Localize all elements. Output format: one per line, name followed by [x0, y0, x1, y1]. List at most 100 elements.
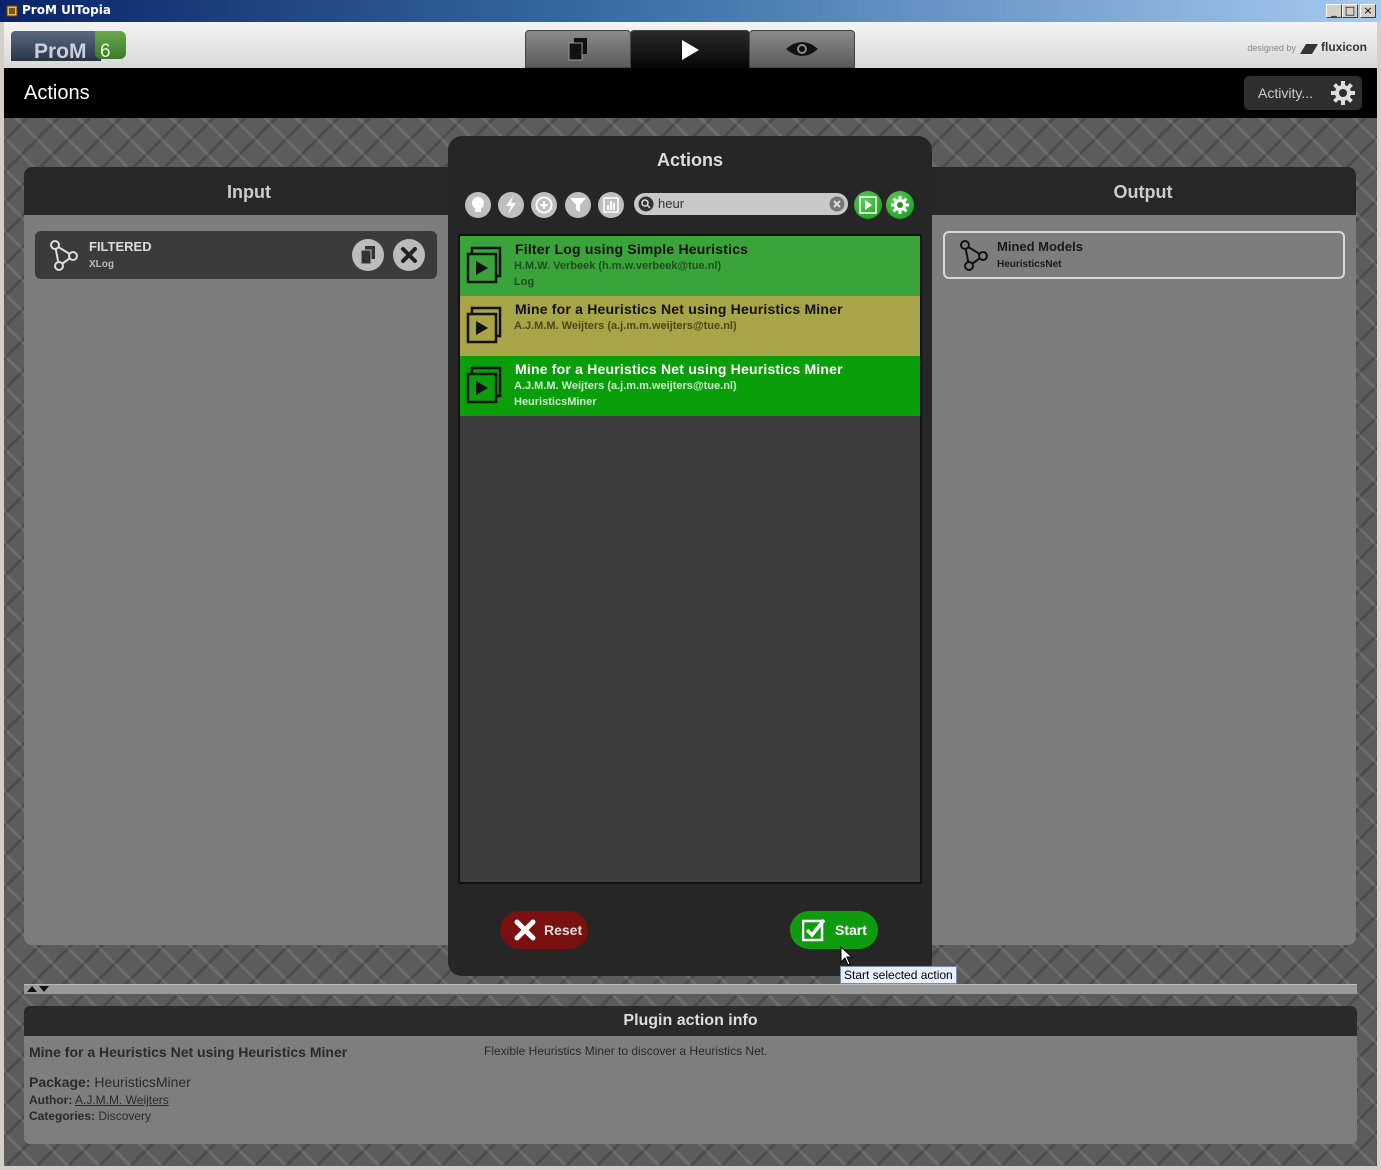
model-object-icon: [960, 240, 988, 271]
gear-icon: [1331, 81, 1355, 105]
plugin-package: Package: HeuristicsMiner: [29, 1074, 191, 1090]
action-result-author: A.J.M.M. Weijters (a.j.m.m.weijters@tue.…: [514, 380, 737, 392]
plus-circle-icon: [535, 196, 553, 214]
show-actions-button[interactable]: [854, 191, 882, 219]
page-title: Actions: [24, 82, 90, 104]
action-item-icon: [466, 366, 502, 404]
filter-add-button[interactable]: [531, 192, 557, 218]
copy-icon: [360, 246, 375, 265]
input-panel: Input FILTERED XLog: [24, 167, 474, 945]
lightbulb-icon: [472, 197, 484, 212]
categories-value: Discovery: [98, 1109, 152, 1123]
panel-splitter[interactable]: [24, 984, 1357, 994]
actions-dialog: Actions heur Filter Log using Simple Heu…: [448, 136, 932, 976]
checkbox-check-icon: [802, 918, 826, 942]
log-object-icon: [50, 240, 78, 271]
input-item-type: XLog: [89, 259, 114, 270]
search-input[interactable]: [658, 195, 818, 212]
splitter-arrows-icon: [27, 986, 49, 992]
package-value: HeuristicsMiner: [94, 1074, 191, 1090]
action-result-title: Mine for a Heuristics Net using Heuristi…: [515, 361, 843, 377]
plugin-author: Author: A.J.M.M. Weijters: [29, 1093, 169, 1107]
filter-analysis-button[interactable]: [598, 192, 624, 218]
app-icon: [6, 5, 18, 17]
eye-icon: [786, 42, 818, 56]
activity-button[interactable]: Activity...: [1244, 76, 1362, 110]
plugin-info-panel: Plugin action info Mine for a Heuristics…: [24, 1006, 1357, 1144]
action-results-list: Filter Log using Simple Heuristics H.M.W…: [458, 234, 922, 884]
designed-by-label: designed by: [1247, 43, 1296, 53]
actions-bar: Actions Activity...: [4, 68, 1377, 118]
minimize-button[interactable]: _: [1326, 4, 1342, 18]
action-result-author: H.M.W. Verbeek (h.m.w.verbeek@tue.nl): [514, 260, 722, 272]
output-panel: Output Mined Models HeuristicsNet: [910, 167, 1356, 945]
tab-views[interactable]: [749, 30, 855, 68]
app-header: ProM 6 designed by fluxicon: [4, 22, 1377, 70]
funnel-icon: [570, 198, 586, 212]
plugin-name: Mine for a Heuristics Net using Heuristi…: [29, 1044, 348, 1060]
remove-input-button[interactable]: [393, 239, 425, 271]
fluxicon-logo-icon: [1300, 43, 1319, 54]
app-frame: ProM 6 designed by fluxicon Actions Acti…: [4, 22, 1377, 1166]
plugin-categories: Categories: Discovery: [29, 1109, 151, 1123]
close-icon: [401, 247, 417, 263]
input-item[interactable]: FILTERED XLog: [35, 231, 437, 279]
start-tooltip: Start selected action: [840, 966, 957, 984]
plugin-info-title: Plugin action info: [24, 1006, 1357, 1036]
clear-search-icon[interactable]: [829, 196, 845, 212]
start-label: Start: [835, 922, 867, 938]
prom-logo: ProM 6: [11, 31, 126, 63]
designed-by: designed by fluxicon: [1247, 40, 1367, 55]
activity-label: Activity...: [1258, 85, 1313, 101]
brand-name: fluxicon: [1320, 40, 1367, 54]
author-link[interactable]: A.J.M.M. Weijters: [75, 1093, 169, 1107]
action-icon: [859, 196, 877, 214]
categories-label: Categories:: [29, 1109, 96, 1123]
close-icon: [514, 919, 536, 941]
output-item-type: HeuristicsNet: [997, 259, 1062, 270]
author-label: Author:: [29, 1093, 73, 1107]
output-panel-title: Output: [910, 167, 1356, 215]
maximize-button[interactable]: □: [1342, 4, 1358, 18]
lightning-icon: [506, 196, 516, 214]
action-search[interactable]: [634, 193, 848, 215]
action-result-title: Filter Log using Simple Heuristics: [515, 241, 749, 257]
action-result-package: HeuristicsMiner: [514, 396, 597, 408]
action-result-item[interactable]: Mine for a Heuristics Net using Heuristi…: [460, 296, 920, 356]
tab-workspace[interactable]: [525, 30, 631, 68]
mouse-cursor-icon: [840, 946, 854, 966]
plugin-description: Flexible Heuristics Miner to discover a …: [484, 1044, 768, 1058]
start-button[interactable]: Start: [790, 911, 878, 949]
action-result-package: Log: [514, 276, 535, 288]
bar-chart-icon: [603, 197, 619, 213]
package-label: Package:: [29, 1074, 91, 1090]
action-item-icon: [466, 246, 502, 284]
filter-suggested-button[interactable]: [465, 192, 491, 218]
window-titlebar: ProM UITopia _ □ ×: [0, 0, 1381, 22]
input-item-name: FILTERED: [89, 239, 152, 254]
action-result-item[interactable]: Filter Log using Simple Heuristics H.M.W…: [460, 236, 920, 296]
filter-quick-button[interactable]: [498, 192, 524, 218]
filter-funnel-button[interactable]: [565, 192, 591, 218]
copy-input-button[interactable]: [352, 239, 384, 271]
play-icon: [682, 40, 699, 60]
reset-button[interactable]: Reset: [500, 911, 588, 949]
close-window-button[interactable]: ×: [1360, 4, 1376, 18]
output-item-name: Mined Models: [997, 239, 1083, 254]
tab-actions[interactable]: [630, 30, 750, 70]
action-item-icon: [466, 306, 502, 344]
window-title: ProM UITopia: [22, 3, 111, 17]
settings-icon: [891, 196, 909, 214]
input-panel-title: Input: [24, 167, 474, 215]
logo-text: ProM: [34, 40, 87, 63]
actions-dialog-title: Actions: [656, 150, 723, 170]
search-icon: [638, 196, 654, 212]
logo-version: 6: [100, 41, 111, 62]
action-settings-button[interactable]: [886, 191, 914, 219]
reset-label: Reset: [544, 922, 583, 938]
action-result-item-selected[interactable]: Mine for a Heuristics Net using Heuristi…: [460, 356, 920, 416]
documents-icon: [568, 38, 587, 61]
output-item[interactable]: Mined Models HeuristicsNet: [943, 231, 1345, 279]
action-result-title: Mine for a Heuristics Net using Heuristi…: [515, 301, 843, 317]
action-result-author: A.J.M.M. Weijters (a.j.m.m.weijters@tue.…: [514, 320, 737, 332]
